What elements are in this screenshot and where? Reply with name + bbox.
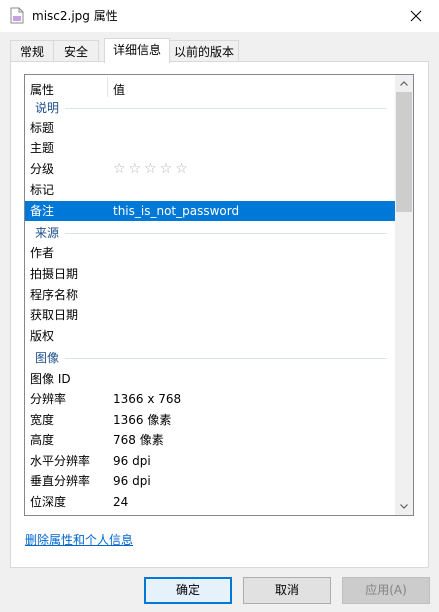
close-icon	[410, 10, 422, 22]
row-vertical-resolution[interactable]: 垂直分辨率 96 dpi	[25, 471, 395, 491]
row-authors[interactable]: 作者	[25, 243, 395, 263]
row-title[interactable]: 标题	[25, 118, 395, 138]
row-subject[interactable]: 主题	[25, 138, 395, 158]
row-date-taken[interactable]: 拍摄日期	[25, 264, 395, 284]
header-property[interactable]: 属性	[30, 81, 54, 98]
scrollbar-thumb[interactable]	[396, 92, 412, 212]
file-icon	[10, 7, 24, 24]
header-value[interactable]: 值	[113, 81, 125, 98]
row-date-acquired[interactable]: 获取日期	[25, 305, 395, 325]
row-dimensions[interactable]: 分辨率 1366 x 768	[25, 389, 395, 409]
tab-previous-versions[interactable]: 以前的版本	[169, 40, 239, 62]
window-title: misc2.jpg 属性	[32, 9, 118, 23]
row-horizontal-resolution[interactable]: 水平分辨率 96 dpi	[25, 451, 395, 471]
rating-stars[interactable]: ☆☆☆☆☆	[113, 159, 191, 179]
tab-details[interactable]: 详细信息	[104, 38, 170, 63]
row-bit-depth[interactable]: 位深度 24	[25, 492, 395, 512]
row-rating[interactable]: 分级 ☆☆☆☆☆	[25, 159, 395, 179]
row-height[interactable]: 高度 768 像素	[25, 430, 395, 450]
details-list[interactable]: 属性 值 说明 标题 主题 分级 ☆☆☆☆☆ 标记 备注 this_is_not_…	[24, 74, 414, 516]
chevron-down-icon	[400, 504, 408, 509]
cancel-button[interactable]: 取消	[243, 577, 331, 604]
row-tags[interactable]: 标记	[25, 180, 395, 200]
tab-security[interactable]: 安全	[53, 40, 99, 62]
ok-button[interactable]: 确定	[144, 577, 232, 604]
row-copyright[interactable]: 版权	[25, 326, 395, 346]
scroll-up-button[interactable]	[395, 75, 413, 92]
header-divider[interactable]	[107, 77, 108, 97]
apply-button[interactable]: 应用(A)	[342, 577, 430, 604]
title-bar: misc2.jpg 属性	[0, 0, 439, 32]
row-program-name[interactable]: 程序名称	[25, 285, 395, 305]
row-comments[interactable]: 备注 this_is_not_password	[25, 201, 395, 221]
group-image: 图像	[25, 348, 395, 368]
vertical-scrollbar[interactable]	[395, 75, 413, 515]
group-origin: 来源	[25, 223, 395, 243]
list-header: 属性 值	[25, 75, 395, 100]
row-width[interactable]: 宽度 1366 像素	[25, 410, 395, 430]
row-image-id[interactable]: 图像 ID	[25, 369, 395, 389]
remove-properties-link[interactable]: 删除属性和个人信息	[25, 531, 133, 548]
tab-general[interactable]: 常规	[10, 40, 54, 62]
group-description: 说明	[25, 98, 395, 118]
chevron-up-icon	[400, 81, 408, 86]
scroll-down-button[interactable]	[395, 498, 413, 515]
close-button[interactable]	[393, 0, 439, 32]
